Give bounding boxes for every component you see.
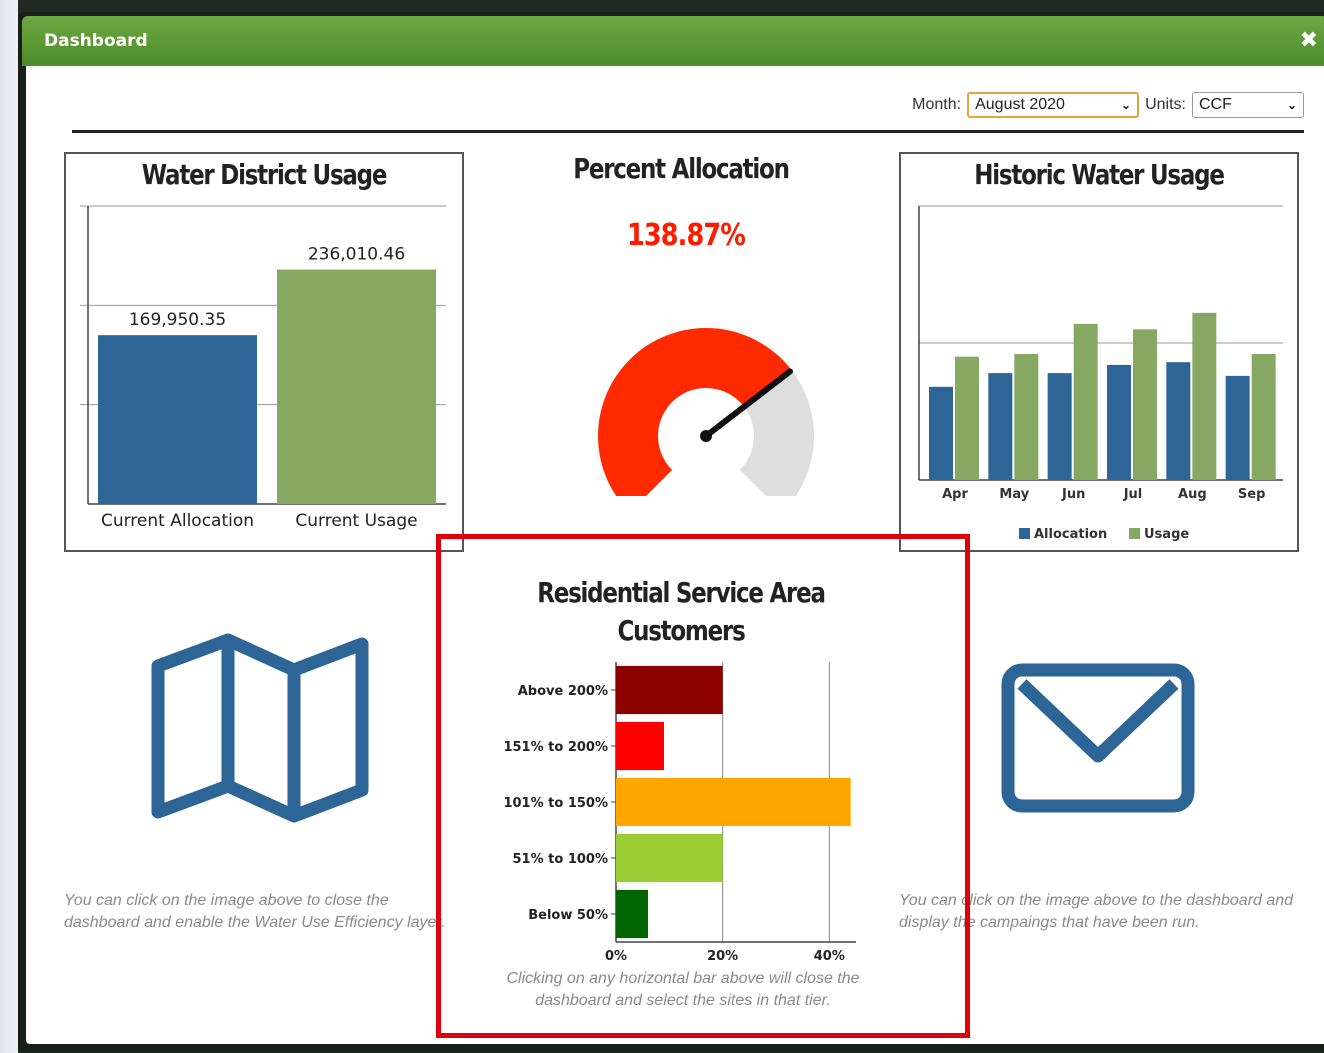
filter-controls: Month: August 2020 ⌄ Units: CCF ⌄ (912, 92, 1304, 118)
header-divider (72, 130, 1304, 133)
usage-bar (1192, 312, 1217, 480)
allocation-bar (1107, 364, 1131, 480)
usage-bar (955, 356, 979, 480)
percent-allocation-title: Percent Allocation (573, 152, 790, 185)
allocation-bar (929, 386, 953, 480)
title-bar: Dashboard ✖ (22, 16, 1324, 66)
historic-water-usage-card: Historic Water Usage Apr May Jun Jul Aug Sep A… (899, 152, 1299, 552)
data-label: 236,010.46 (308, 245, 405, 265)
x-tick-label: Jun (1061, 487, 1085, 502)
chevron-down-icon: ⌄ (1121, 98, 1132, 112)
month-value: August 2020 (975, 96, 1065, 113)
category-label: Current Allocation (101, 511, 254, 531)
allocation-bar (988, 373, 1013, 480)
x-tick-label: Apr (942, 487, 968, 502)
mail-button[interactable] (1000, 662, 1196, 814)
percent-allocation-gauge (598, 328, 814, 496)
legend-swatch (1129, 528, 1140, 539)
dashboard-panel: Month: August 2020 ⌄ Units: CCF ⌄ Water … (26, 66, 1324, 1044)
x-tick-label: May (999, 487, 1029, 502)
close-icon[interactable]: ✖ (1300, 28, 1318, 53)
historic-water-usage-title: Historic Water Usage (974, 158, 1225, 191)
bar-1 (277, 269, 436, 504)
allocation-bar (1166, 362, 1191, 480)
water-district-usage-title: Water District Usage (141, 158, 388, 191)
map-button[interactable] (146, 626, 376, 836)
data-label: 169,950.35 (129, 310, 226, 330)
usage-bar (1014, 353, 1039, 480)
usage-bar (1133, 329, 1157, 480)
gauge-hub (700, 430, 712, 442)
map-icon (151, 633, 369, 823)
units-label: Units: (1145, 96, 1186, 113)
map-hint: You can click on the image above to clos… (64, 892, 446, 931)
x-tick-label: Sep (1238, 487, 1266, 502)
x-tick-label: Jul (1123, 487, 1143, 502)
mail-icon (1001, 663, 1195, 813)
legend-swatch (1019, 528, 1030, 539)
highlight-box (436, 534, 970, 1038)
month-select[interactable]: August 2020 ⌄ (967, 92, 1140, 118)
x-tick-label: Aug (1178, 487, 1207, 502)
bar-0 (98, 335, 257, 504)
percent-allocation-value: 138.87% (626, 218, 746, 253)
units-select[interactable]: CCF ⌄ (1192, 92, 1304, 118)
month-label: Month: (912, 96, 962, 113)
allocation-bar (1225, 375, 1250, 480)
usage-bar (1251, 353, 1276, 480)
water-district-usage-chart: 169,950.35 Current Allocation 236,010.46 Cu… (80, 205, 446, 531)
water-district-usage-card: Water District Usage 169,950.35 Current A… (64, 152, 464, 552)
legend-label: Usage (1144, 527, 1189, 542)
historic-water-usage-chart: Apr May Jun Jul Aug Sep Allocation Usage (918, 205, 1283, 542)
dashboard-window: Dashboard ✖ Month: August 2020 ⌄ Units: … (18, 12, 1324, 1052)
window-title: Dashboard (44, 31, 148, 51)
chevron-down-icon: ⌄ (1286, 98, 1297, 112)
allocation-bar (1047, 373, 1072, 480)
category-label: Current Usage (295, 511, 417, 531)
units-value: CCF (1199, 96, 1232, 113)
legend-label: Allocation (1034, 527, 1107, 542)
usage-bar (1073, 323, 1098, 480)
